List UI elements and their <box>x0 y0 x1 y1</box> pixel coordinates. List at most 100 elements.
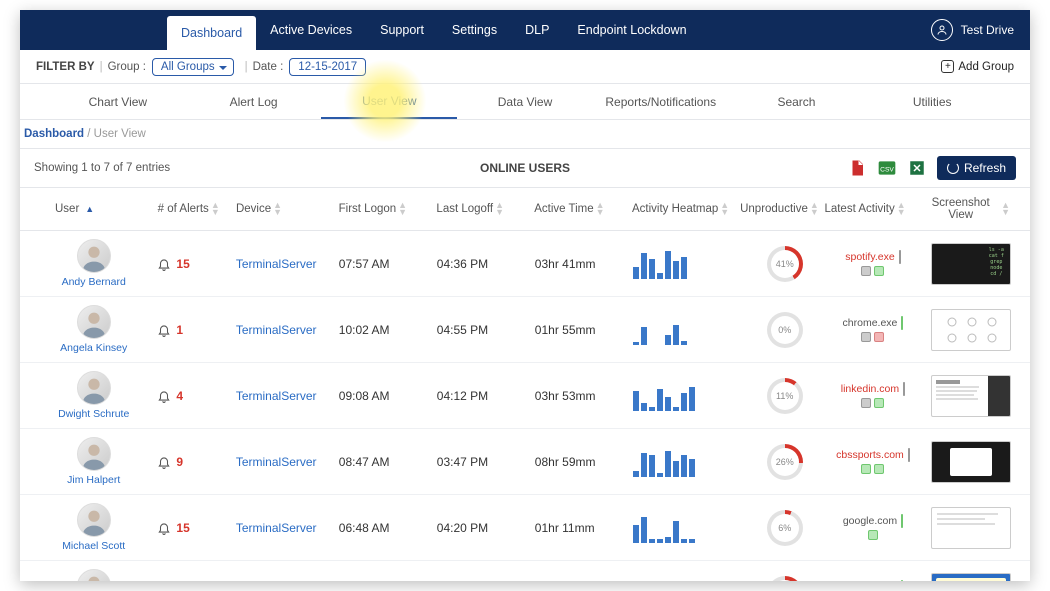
screenshot-thumb[interactable] <box>931 507 1011 549</box>
svg-text:CSV: CSV <box>880 166 894 173</box>
sort-icon: ▲▼ <box>810 202 819 216</box>
alert-count: 1 <box>176 323 183 337</box>
breadcrumb: Dashboard / User View <box>20 120 1030 149</box>
export-pdf-icon[interactable] <box>847 158 867 178</box>
bell-icon <box>157 323 171 337</box>
activity-heatmap <box>633 381 723 411</box>
table-row: Angela Kinsey1TerminalServer10:02 AM04:5… <box>20 297 1030 363</box>
col-device[interactable]: Device▲▼ <box>236 202 339 216</box>
user-avatar[interactable] <box>77 371 111 405</box>
alert-count: 15 <box>176 257 189 271</box>
alert-count: 9 <box>176 455 183 469</box>
table-body: Andy Bernard15TerminalServer07:57 AM04:3… <box>20 231 1030 581</box>
screenshot-thumb[interactable] <box>931 375 1011 417</box>
nav-support[interactable]: Support <box>366 10 438 50</box>
unproductive-gauge: 41% <box>767 246 803 282</box>
device-link[interactable]: TerminalServer <box>236 257 317 271</box>
sort-icon: ▲▼ <box>1001 202 1010 216</box>
add-group-button[interactable]: + Add Group <box>941 60 1014 73</box>
table-header: User▲# of Alerts▲▼Device▲▼First Logon▲▼L… <box>20 187 1030 231</box>
activity-heatmap <box>633 315 723 345</box>
user-avatar-icon[interactable] <box>931 19 953 41</box>
col-user[interactable]: User▲ <box>30 203 158 215</box>
last-logoff: 03:47 PM <box>437 455 535 469</box>
screenshot-thumb[interactable] <box>931 309 1011 351</box>
nav-active-devices[interactable]: Active Devices <box>256 10 366 50</box>
last-logoff: 04:12 PM <box>437 389 535 403</box>
table-row: Andy Bernard15TerminalServer07:57 AM04:3… <box>20 231 1030 297</box>
user-avatar[interactable] <box>77 437 111 471</box>
user-avatar[interactable] <box>77 569 111 581</box>
active-time: 03hr 53mm <box>535 389 633 403</box>
col-first-logon[interactable]: First Logon▲▼ <box>339 202 437 216</box>
table-row: Dwight Schrute4TerminalServer09:08 AM04:… <box>20 363 1030 429</box>
screenshot-thumb[interactable]: ls -acat fgrepnodecd / <box>931 243 1011 285</box>
bell-icon <box>157 521 171 535</box>
unproductive-gauge: 26% <box>767 444 803 480</box>
first-logon: 09:08 AM <box>339 389 437 403</box>
top-nav: DashboardActive DevicesSupportSettingsDL… <box>20 10 1030 50</box>
nav-settings[interactable]: Settings <box>438 10 511 50</box>
nav-endpoint-lockdown[interactable]: Endpoint Lockdown <box>563 10 700 50</box>
user-link[interactable]: Dwight Schrute <box>58 408 129 420</box>
col-activity-heatmap[interactable]: Activity Heatmap▲▼ <box>632 202 744 216</box>
col-active-time[interactable]: Active Time▲▼ <box>534 202 632 216</box>
col-last-logoff[interactable]: Last Logoff▲▼ <box>436 202 534 216</box>
latest-activity-app: chrome.exe <box>843 317 904 329</box>
nav-dlp[interactable]: DLP <box>511 10 563 50</box>
subtab-search[interactable]: Search <box>729 84 865 119</box>
subtab-alert-log[interactable]: Alert Log <box>186 84 322 119</box>
user-link[interactable]: Michael Scott <box>62 540 125 552</box>
latest-activity-app: google.com <box>843 515 903 527</box>
user-link[interactable]: Angela Kinsey <box>60 342 127 354</box>
user-avatar[interactable] <box>77 503 111 537</box>
device-link[interactable]: TerminalServer <box>236 323 317 337</box>
unproductive-gauge: 25% <box>767 576 803 582</box>
unproductive-gauge: 11% <box>767 378 803 414</box>
subtab-chart-view[interactable]: Chart View <box>50 84 186 119</box>
refresh-button[interactable]: Refresh <box>937 156 1016 180</box>
device-link[interactable]: TerminalServer <box>236 455 317 469</box>
col-screenshot-view[interactable]: Screenshot View▲▼ <box>922 197 1020 221</box>
col--of-alerts[interactable]: # of Alerts▲▼ <box>158 202 236 216</box>
first-logon: 10:02 AM <box>339 323 437 337</box>
nav-dashboard[interactable]: Dashboard <box>167 16 256 50</box>
bell-icon <box>157 389 171 403</box>
user-avatar[interactable] <box>77 305 111 339</box>
user-link[interactable]: Jim Halpert <box>67 474 120 486</box>
showing-text: Showing 1 to 7 of 7 entries <box>34 162 170 174</box>
latest-activity-app: cbssports.com <box>836 449 910 461</box>
subtab-reports-notifications[interactable]: Reports/Notifications <box>593 84 729 119</box>
sort-icon: ▲▼ <box>211 202 220 216</box>
sort-icon: ▲▼ <box>720 202 729 216</box>
activity-heatmap <box>633 513 723 543</box>
sort-icon: ▲▼ <box>273 202 282 216</box>
screenshot-thumb[interactable] <box>931 441 1011 483</box>
device-link[interactable]: TerminalServer <box>236 521 317 535</box>
sort-icon: ▲▼ <box>398 202 407 216</box>
breadcrumb-root[interactable]: Dashboard <box>24 128 84 140</box>
col-latest-activity[interactable]: Latest Activity▲▼ <box>824 202 922 216</box>
group-label: Group : <box>108 61 146 73</box>
subtab-utilities[interactable]: Utilities <box>864 84 1000 119</box>
user-name[interactable]: Test Drive <box>961 23 1014 37</box>
subtab-data-view[interactable]: Data View <box>457 84 593 119</box>
group-select[interactable]: All Groups <box>152 58 234 76</box>
activity-heatmap <box>633 579 723 582</box>
subtab-user-view[interactable]: User View <box>321 84 457 119</box>
user-link[interactable]: Andy Bernard <box>62 276 126 288</box>
latest-activity-app: spotify.exe <box>845 251 900 263</box>
export-csv-icon[interactable]: CSV <box>877 158 897 178</box>
active-time: 03hr 41mm <box>535 257 633 271</box>
activity-heatmap <box>633 447 723 477</box>
category-badges <box>868 530 878 540</box>
unproductive-gauge: 0% <box>767 312 803 348</box>
date-input[interactable]: 12-15-2017 <box>289 58 366 76</box>
screenshot-thumb[interactable] <box>931 573 1011 582</box>
export-xls-icon[interactable] <box>907 158 927 178</box>
device-link[interactable]: TerminalServer <box>236 389 317 403</box>
col-unproductive[interactable]: Unproductive▲▼ <box>744 202 824 216</box>
category-badges <box>861 332 884 342</box>
user-avatar[interactable] <box>77 239 111 273</box>
unproductive-gauge: 6% <box>767 510 803 546</box>
